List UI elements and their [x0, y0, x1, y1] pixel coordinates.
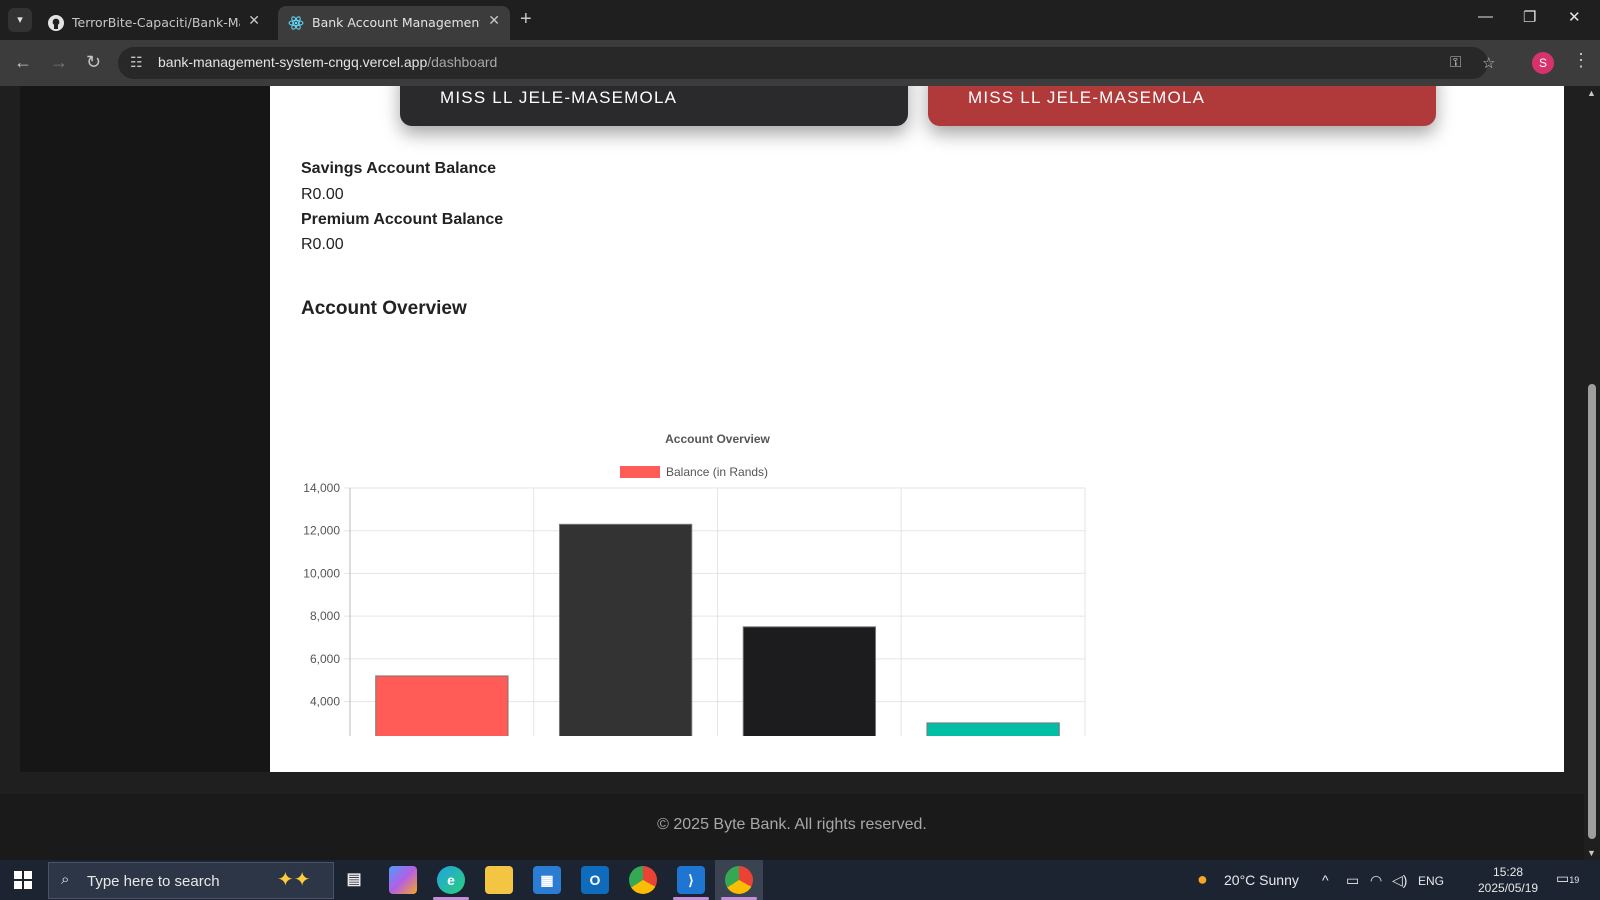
- legend-swatch: [620, 466, 660, 478]
- bar-expenses: [926, 722, 1060, 736]
- savings-balance-label: Savings Account Balance: [301, 160, 497, 177]
- password-key-icon[interactable]: ⚿: [1450, 54, 1461, 71]
- taskbar-search-box[interactable]: ⌕ Type here to search ✦✦: [48, 862, 334, 899]
- copilot-sparkle-icon: ✦✦: [277, 869, 311, 891]
- notification-count: 19: [1569, 875, 1580, 885]
- address-bar[interactable]: ☷ bank-management-system-cngq.vercel.app…: [118, 47, 1495, 79]
- close-tab-icon[interactable]: ✕: [488, 12, 500, 29]
- search-placeholder: Type here to search: [87, 873, 220, 890]
- scrollbar-thumb[interactable]: [1588, 384, 1596, 839]
- scroll-up-icon[interactable]: ▲: [1587, 88, 1596, 98]
- url-text[interactable]: bank-management-system-cngq.vercel.app/d…: [158, 54, 497, 70]
- bar-savings: [375, 675, 509, 736]
- browser-tab-bank-app[interactable]: Bank Account Management Sys ✕: [278, 6, 510, 40]
- savings-balance-value: R0.00: [301, 186, 344, 203]
- file-explorer-icon[interactable]: [485, 866, 513, 894]
- y-tick-label: 4,000: [310, 695, 340, 709]
- premium-balance-value: R0.00: [301, 236, 344, 253]
- chart-title: Account Overview: [665, 432, 770, 446]
- browser-tab-github[interactable]: TerrorBite-Capaciti/Bank-Manag ✕: [38, 6, 270, 40]
- tab-search-button[interactable]: ▾: [8, 8, 32, 32]
- scroll-down-icon[interactable]: ▼: [1587, 848, 1596, 858]
- vscode-icon[interactable]: ⟩: [677, 866, 705, 894]
- premium-balance-label: Premium Account Balance: [301, 211, 504, 228]
- minimize-icon[interactable]: —: [1478, 8, 1493, 25]
- chrome-profile-icon[interactable]: [725, 866, 753, 894]
- bar-investments: [742, 626, 877, 736]
- microsoft-store-icon[interactable]: ▦: [533, 866, 561, 894]
- language-indicator[interactable]: ENG: [1418, 874, 1444, 888]
- credit-card[interactable]: MISS LL JELE-MASEMOLA: [928, 86, 1436, 126]
- page-scrollbar[interactable]: ▲ ▼: [1584, 86, 1600, 860]
- forward-icon[interactable]: →: [50, 52, 68, 73]
- clock-time: 15:28: [1493, 865, 1524, 879]
- meet-now-icon[interactable]: ▭: [1346, 872, 1359, 889]
- sidebar: [20, 86, 270, 772]
- card-holder-name: MISS LL JELE-MASEMOLA: [440, 88, 678, 107]
- wifi-icon[interactable]: ◠: [1370, 872, 1382, 889]
- react-icon: [288, 16, 304, 30]
- account-overview-heading: Account Overview: [301, 298, 467, 319]
- browser-tab-strip: ▾ TerrorBite-Capaciti/Bank-Manag ✕ Bank …: [0, 0, 1600, 40]
- volume-icon[interactable]: ◁): [1392, 872, 1407, 889]
- browser-toolbar: ← → ↻ ☷ bank-management-system-cngq.verc…: [0, 40, 1600, 86]
- copilot-app-icon[interactable]: [389, 866, 417, 894]
- taskbar-clock[interactable]: 15:28 2025/05/19: [1478, 864, 1538, 896]
- weather-text[interactable]: 20°C Sunny: [1224, 872, 1299, 888]
- reload-icon[interactable]: ↻: [86, 52, 101, 73]
- site-info-icon[interactable]: ☷: [130, 54, 143, 71]
- bookmark-star-icon[interactable]: ☆: [1482, 54, 1495, 72]
- y-tick-label: 8,000: [310, 609, 340, 623]
- edge-browser-icon[interactable]: e: [437, 866, 465, 894]
- outlook-icon[interactable]: O: [581, 866, 609, 894]
- legend-label: Balance (in Rands): [666, 465, 768, 479]
- restore-icon[interactable]: ❐: [1523, 8, 1536, 26]
- url-host: bank-management-system-cngq.vercel.app: [158, 54, 428, 70]
- clock-date: 2025/05/19: [1478, 881, 1539, 895]
- card-holder-name: MISS LL JELE-MASEMOLA: [968, 88, 1206, 107]
- close-window-icon[interactable]: ✕: [1568, 8, 1581, 26]
- debit-card[interactable]: MISS LL JELE-MASEMOLA: [400, 86, 908, 126]
- y-tick-label: 10,000: [303, 566, 340, 580]
- github-icon: [48, 15, 64, 31]
- chrome-icon[interactable]: [629, 866, 657, 894]
- windows-taskbar: ⌕ Type here to search ✦✦ ▤ e ▦ O ⟩ ● 20°…: [0, 860, 1600, 900]
- y-tick-label: 12,000: [303, 524, 340, 538]
- tab-title: Bank Account Management Sys: [312, 15, 480, 30]
- bar-premium: [558, 523, 693, 736]
- dashboard-main: MISS LL JELE-MASEMOLA MISS LL JELE-MASEM…: [270, 86, 1564, 772]
- account-overview-chart: Account OverviewBalance (in Rands)02,000…: [303, 432, 1086, 736]
- weather-sun-icon[interactable]: ●: [1197, 869, 1208, 890]
- footer: © 2025 Byte Bank. All rights reserved.: [0, 794, 1584, 860]
- y-tick-label: 14,000: [303, 481, 340, 495]
- windows-start-icon[interactable]: [14, 871, 32, 889]
- new-tab-icon[interactable]: +: [520, 8, 532, 31]
- url-path: /dashboard: [427, 54, 498, 70]
- task-view-icon[interactable]: ▤: [340, 866, 368, 894]
- notification-center-icon[interactable]: ▭19: [1556, 870, 1579, 887]
- search-icon: ⌕: [61, 871, 70, 888]
- footer-copyright: © 2025 Byte Bank. All rights reserved.: [657, 816, 927, 833]
- browser-menu-icon[interactable]: ⋮: [1572, 50, 1590, 71]
- y-tick-label: 6,000: [310, 652, 340, 666]
- profile-avatar[interactable]: S: [1532, 52, 1554, 74]
- tab-title: TerrorBite-Capaciti/Bank-Manag: [72, 15, 240, 30]
- back-icon[interactable]: ←: [14, 52, 32, 73]
- close-tab-icon[interactable]: ✕: [248, 12, 260, 29]
- page-viewport: MISS LL JELE-MASEMOLA MISS LL JELE-MASEM…: [0, 86, 1584, 860]
- show-hidden-icons-icon[interactable]: ^: [1322, 872, 1329, 888]
